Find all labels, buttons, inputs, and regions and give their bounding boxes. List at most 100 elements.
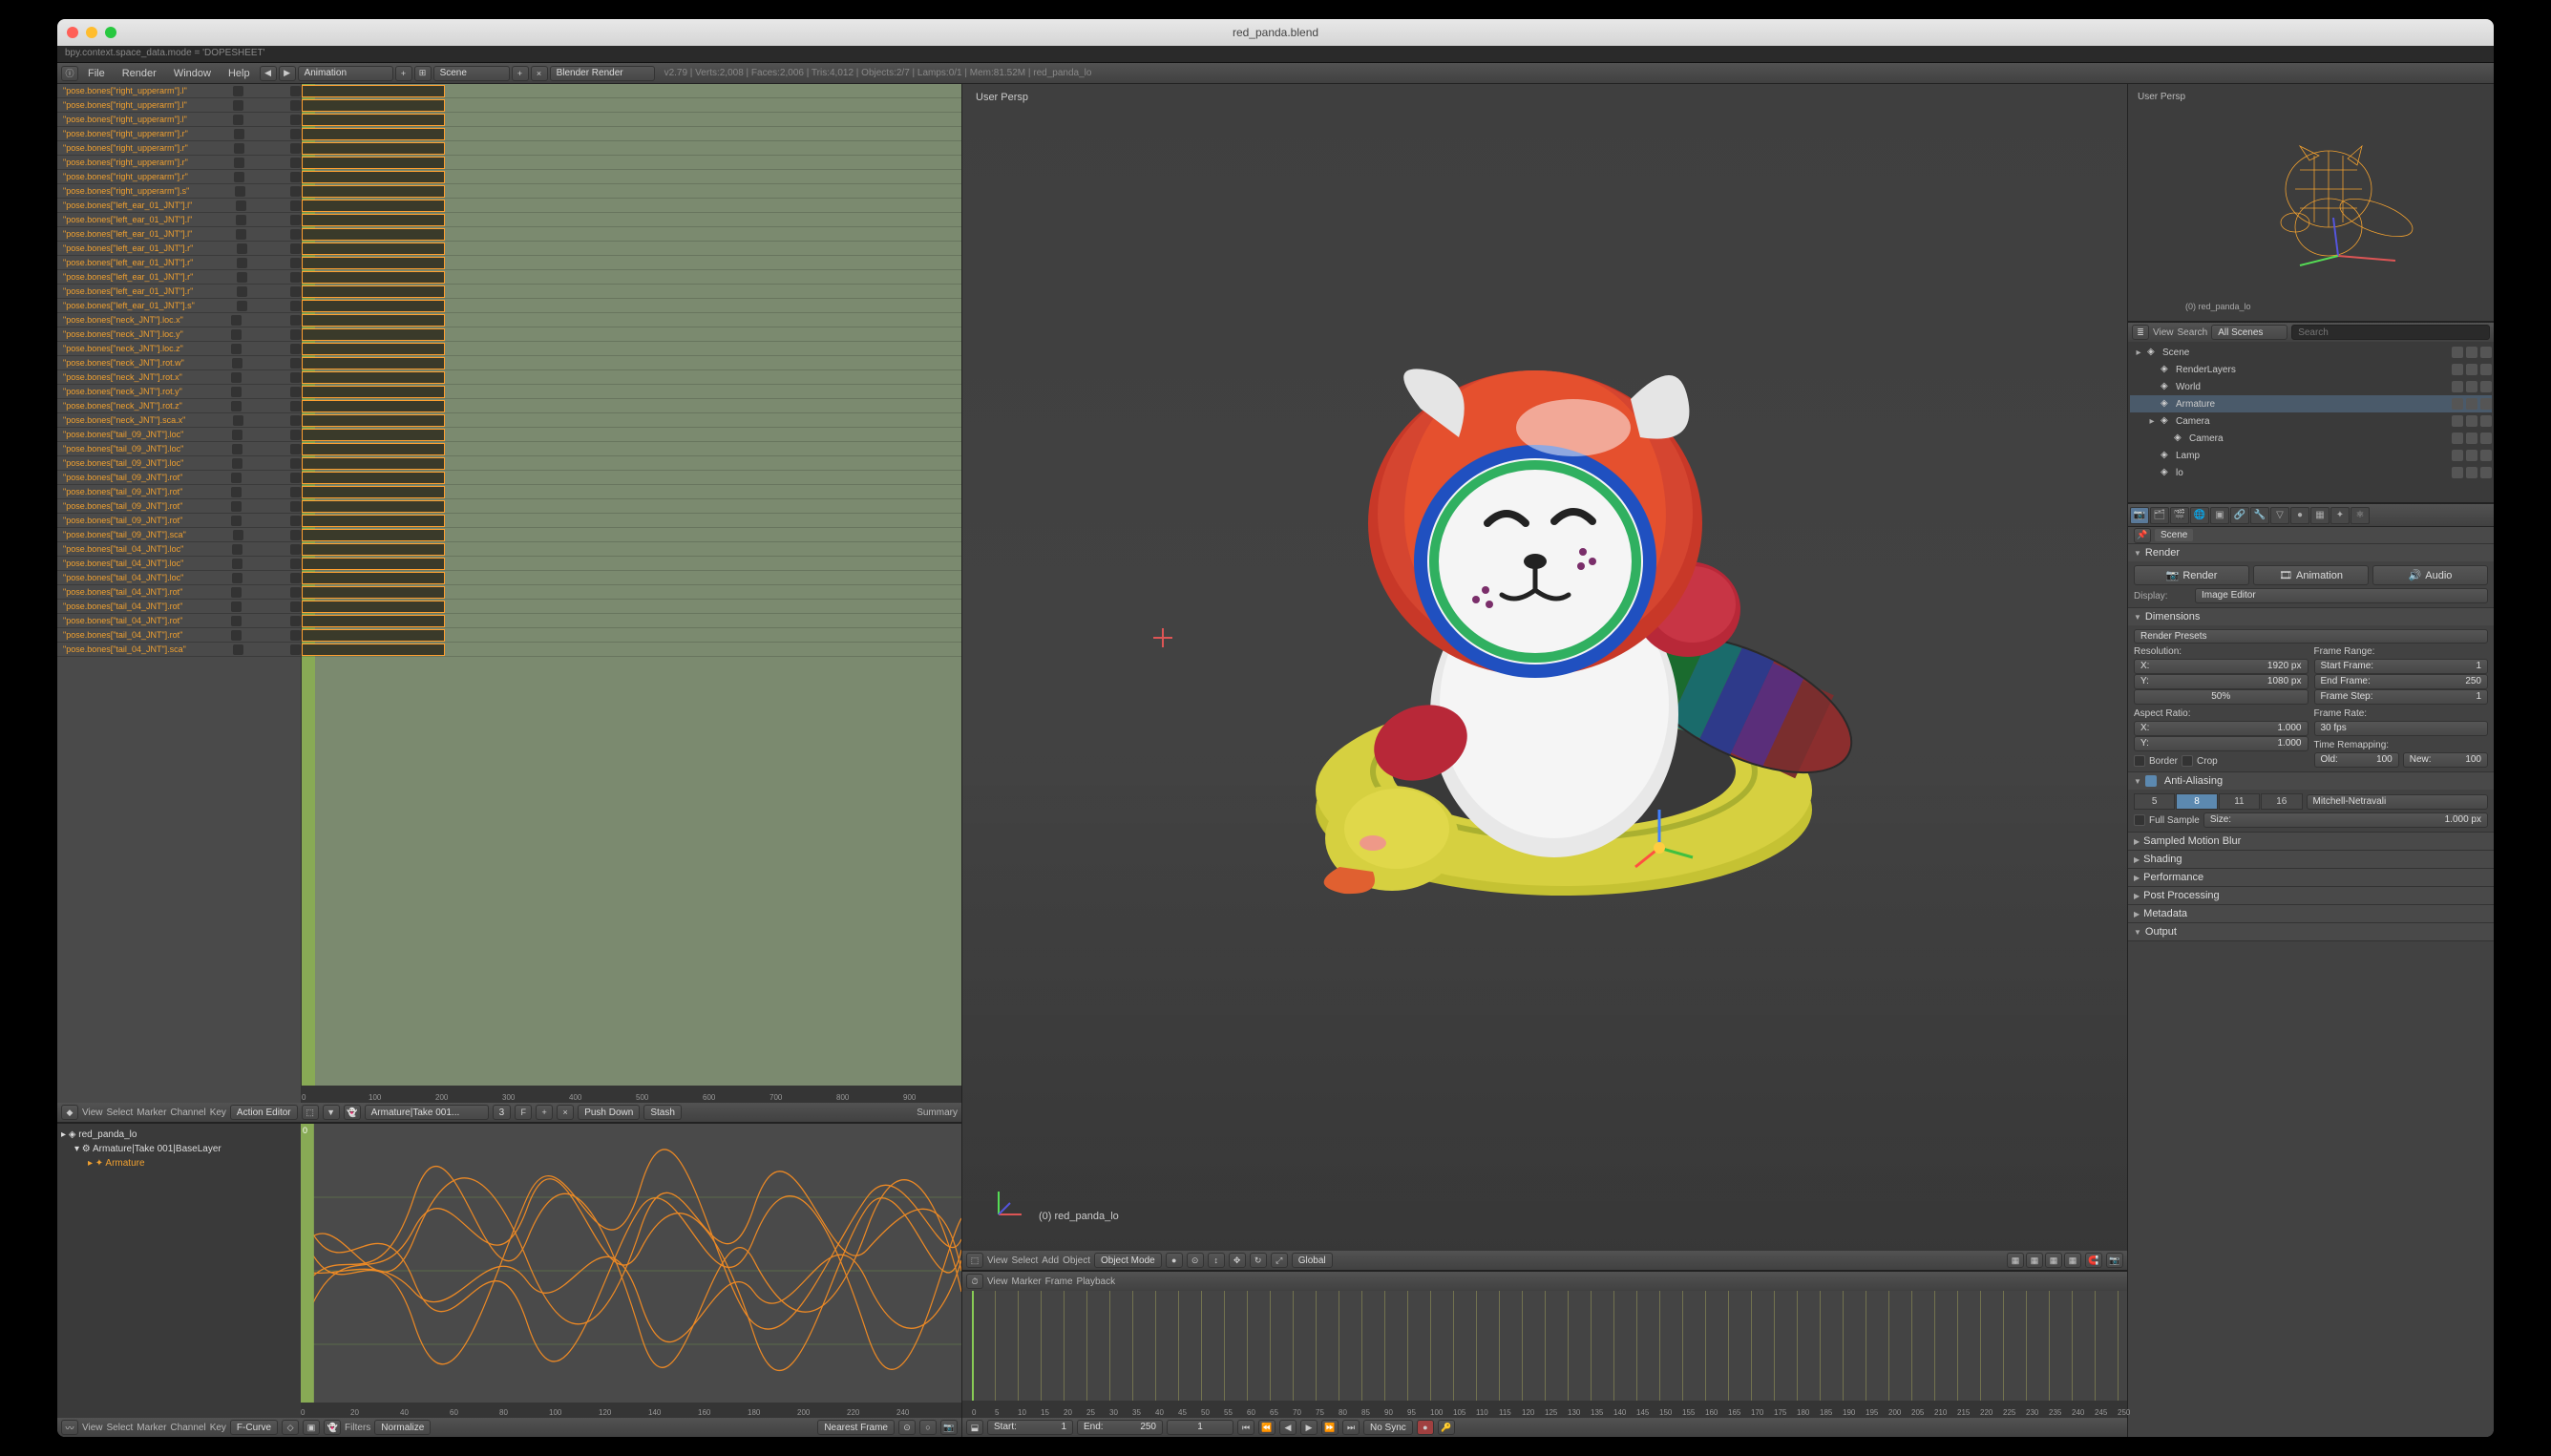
lock-icon[interactable] — [290, 501, 301, 512]
res-x-field[interactable]: X:1920 px — [2134, 659, 2309, 674]
keyframe-track[interactable] — [302, 471, 961, 485]
mute-icon[interactable] — [236, 215, 246, 225]
search-input[interactable] — [2291, 325, 2490, 340]
lock-icon[interactable] — [290, 258, 301, 268]
outliner-item[interactable]: ▸◈Camera — [2130, 412, 2492, 430]
snap-dropdown[interactable]: Nearest Frame — [817, 1420, 895, 1435]
viewport-3d[interactable]: User Persp — [962, 84, 2127, 1251]
panel-header[interactable]: Output — [2128, 923, 2494, 940]
keyframe-track[interactable] — [302, 456, 961, 471]
mute-icon[interactable] — [232, 559, 242, 569]
channel-row[interactable]: "pose.bones["right_upperarm"].r" — [57, 170, 301, 184]
select-icon[interactable] — [2466, 450, 2477, 461]
eye-icon[interactable] — [2452, 347, 2463, 358]
channel-row[interactable]: "pose.bones["neck_JNT"].rot.w" — [57, 356, 301, 370]
autokey-icon[interactable]: ● — [1417, 1420, 1434, 1435]
channel-list[interactable]: "pose.bones["right_upperarm"].l" "pose.bo… — [57, 84, 301, 1103]
mute-icon[interactable] — [231, 372, 242, 383]
lock-icon[interactable] — [290, 301, 301, 311]
mute-icon[interactable] — [234, 158, 244, 168]
lock-icon[interactable] — [290, 487, 301, 497]
keyframe-track[interactable] — [302, 557, 961, 571]
channel-row[interactable]: "pose.bones["right_upperarm"].l" — [57, 84, 301, 98]
lock-icon[interactable] — [290, 329, 301, 340]
mute-icon[interactable] — [231, 516, 242, 526]
channel-row[interactable]: "pose.bones["right_upperarm"].r" — [57, 141, 301, 156]
render-icon[interactable] — [2480, 381, 2492, 392]
layout-next-icon[interactable]: ▶ — [279, 66, 296, 81]
jump-end-icon[interactable]: ⏭ — [1342, 1420, 1360, 1435]
create-ghost-icon[interactable]: 📷 — [940, 1420, 958, 1435]
keyframe-track[interactable] — [302, 614, 961, 628]
stash-button[interactable]: Stash — [643, 1105, 682, 1120]
channel-row[interactable]: "pose.bones["neck_JNT"].rot.x" — [57, 370, 301, 385]
outliner-item[interactable]: ◈RenderLayers — [2130, 361, 2492, 378]
animation-button[interactable]: 🎞 Animation — [2253, 565, 2369, 585]
channel-row[interactable]: "pose.bones["tail_04_JNT"].loc" — [57, 542, 301, 557]
render-icon[interactable] — [2480, 415, 2492, 427]
fake-user-icon[interactable]: F — [515, 1105, 532, 1120]
channel-row[interactable]: "pose.bones["right_upperarm"].l" — [57, 113, 301, 127]
aa-sample-button[interactable]: 5 — [2134, 793, 2175, 810]
keyframe-next-icon[interactable]: ⏩ — [1321, 1420, 1339, 1435]
editor-type-icon[interactable]: ⏱ — [966, 1274, 983, 1289]
select-icon[interactable] — [2466, 467, 2477, 478]
breadcrumb-scene[interactable]: Scene — [2155, 529, 2193, 541]
lock-icon[interactable] — [290, 315, 301, 326]
channel-row[interactable]: "pose.bones["tail_09_JNT"].rot" — [57, 499, 301, 514]
action-users[interactable]: 3 — [493, 1105, 512, 1120]
play-reverse-icon[interactable]: ◀ — [1279, 1420, 1297, 1435]
fps-dropdown[interactable]: 30 fps — [2314, 721, 2489, 736]
start-frame-field[interactable]: Start:1 — [987, 1420, 1073, 1435]
keyframe-track[interactable] — [302, 428, 961, 442]
keyframe-track[interactable] — [302, 199, 961, 213]
keyframe-track[interactable] — [302, 242, 961, 256]
channel-row[interactable]: "pose.bones["neck_JNT"].sca.x" — [57, 413, 301, 428]
aa-checkbox[interactable] — [2145, 775, 2157, 787]
panel-header[interactable]: Render — [2128, 544, 2494, 561]
action-dropdown[interactable]: Armature|Take 001... — [365, 1105, 489, 1120]
channel-row[interactable]: "pose.bones["tail_09_JNT"].loc" — [57, 456, 301, 471]
full-sample-checkbox[interactable]: Full Sample — [2134, 814, 2200, 826]
select-icon[interactable] — [2466, 364, 2477, 375]
aa-sample-button[interactable]: 11 — [2219, 793, 2260, 810]
keyframe-track[interactable] — [302, 227, 961, 242]
tab-particles[interactable]: ✦ — [2330, 507, 2350, 524]
mute-icon[interactable] — [231, 344, 242, 354]
mute-icon[interactable] — [233, 644, 243, 655]
tab-material[interactable]: ● — [2290, 507, 2309, 524]
lock-icon[interactable] — [290, 286, 301, 297]
outliner-item[interactable]: ◈World — [2130, 378, 2492, 395]
keyframe-track[interactable] — [302, 385, 961, 399]
keyframe-track[interactable] — [302, 184, 961, 199]
engine-dropdown[interactable]: Blender Render — [550, 66, 655, 81]
res-y-field[interactable]: Y:1080 px — [2134, 674, 2309, 689]
mute-icon[interactable] — [232, 573, 242, 583]
panel-header[interactable]: Metadata — [2128, 905, 2494, 922]
keyframe-track[interactable] — [302, 113, 961, 127]
mode-dropdown[interactable]: Object Mode — [1094, 1253, 1162, 1268]
panel-header[interactable]: Anti-Aliasing — [2128, 772, 2494, 790]
eye-icon[interactable] — [2452, 415, 2463, 427]
render-icon[interactable] — [2480, 467, 2492, 478]
lock-icon[interactable] — [290, 115, 301, 125]
menu-frame[interactable]: Frame — [1045, 1277, 1073, 1287]
select-icon[interactable] — [2466, 433, 2477, 444]
mute-icon[interactable] — [237, 243, 247, 254]
lock-icon[interactable] — [290, 186, 301, 197]
pin-icon[interactable]: 📌 — [2134, 528, 2151, 543]
lock-icon[interactable] — [290, 215, 301, 225]
manipulator-icon[interactable]: ↕ — [1208, 1253, 1225, 1268]
mute-icon[interactable] — [231, 587, 242, 598]
scene-add-icon[interactable]: + — [512, 66, 529, 81]
remap-new-field[interactable]: New:100 — [2403, 752, 2488, 768]
eye-icon[interactable] — [2452, 467, 2463, 478]
layer-buttons[interactable]: ▦▦ ▦▦ — [2007, 1253, 2081, 1268]
render-icon[interactable] — [2480, 450, 2492, 461]
maximize-icon[interactable] — [105, 27, 116, 38]
menu-select[interactable]: Select — [107, 1423, 134, 1433]
lock-icon[interactable] — [290, 372, 301, 383]
mute-icon[interactable] — [233, 415, 243, 426]
editor-type-icon[interactable]: ≣ — [2132, 325, 2149, 340]
info-editor-icon[interactable]: ⓘ — [61, 66, 78, 81]
